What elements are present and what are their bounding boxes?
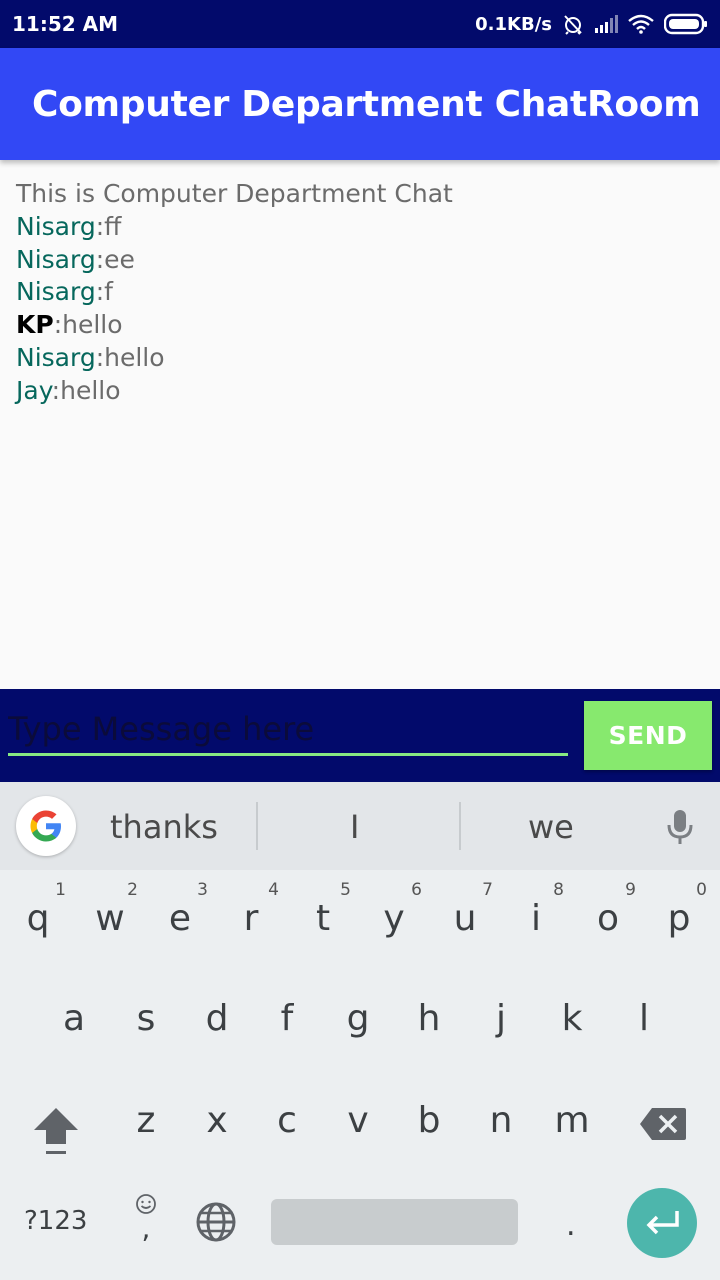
divider	[256, 802, 258, 850]
key-q[interactable]: 1q	[2, 870, 74, 960]
key-m[interactable]: m	[536, 1078, 608, 1168]
key-d[interactable]: d	[181, 976, 253, 1066]
space-key[interactable]	[271, 1199, 518, 1245]
chat-intro: This is Computer Department Chat	[16, 179, 453, 208]
status-bar: 11:52 AM 0.1KB/s	[0, 0, 720, 48]
key-t[interactable]: 5t	[287, 870, 359, 960]
message-text: :ee	[95, 244, 135, 274]
key-h[interactable]: h	[393, 976, 465, 1066]
key-n[interactable]: n	[465, 1078, 537, 1168]
wifi-icon	[628, 14, 654, 34]
key-r[interactable]: 4r	[215, 870, 287, 960]
key-a[interactable]: a	[38, 976, 110, 1066]
message-sender: Nisarg	[16, 342, 96, 372]
network-speed: 0.1KB/s	[475, 13, 552, 35]
key-s[interactable]: s	[110, 976, 182, 1066]
suggestion[interactable]: I	[350, 808, 359, 846]
message-text: :hello	[95, 342, 165, 372]
enter-key[interactable]	[627, 1188, 697, 1258]
message-sender: Jay	[16, 375, 52, 405]
status-icons: 0.1KB/s	[475, 10, 708, 38]
message-text: :hello	[51, 375, 121, 405]
key-c[interactable]: c	[251, 1078, 323, 1168]
key-o[interactable]: 9o	[572, 870, 644, 960]
period-key[interactable]: .	[566, 1208, 576, 1243]
chat-message: KP:hello	[16, 309, 706, 342]
message-sender: KP	[16, 310, 54, 340]
divider	[459, 802, 461, 850]
key-u[interactable]: 7u	[429, 870, 501, 960]
google-icon[interactable]	[16, 796, 76, 856]
key-l[interactable]: l	[608, 976, 680, 1066]
key-x[interactable]: x	[181, 1078, 253, 1168]
key-w[interactable]: 2w	[74, 870, 146, 960]
message-text: :hello	[53, 310, 123, 340]
symbols-key[interactable]: ?123	[24, 1206, 87, 1236]
key-g[interactable]: g	[322, 976, 394, 1066]
message-input[interactable]	[8, 709, 568, 756]
chat-message: Nisarg:ff	[16, 211, 706, 244]
chat-message: Jay:hello	[16, 375, 706, 408]
chat-message: Nisarg:hello	[16, 342, 706, 375]
shift-key[interactable]	[30, 1104, 82, 1161]
enter-icon	[646, 1211, 679, 1235]
chat-message: Nisarg:f	[16, 276, 706, 309]
globe-icon	[196, 1202, 236, 1242]
key-f[interactable]: f	[251, 976, 323, 1066]
language-key[interactable]	[194, 1200, 238, 1249]
battery-icon	[664, 13, 708, 35]
message-sender: Nisarg	[16, 211, 96, 241]
key-j[interactable]: j	[465, 976, 537, 1066]
key-e[interactable]: 3e	[144, 870, 216, 960]
composer-bar: SEND	[0, 689, 720, 782]
backspace-icon	[640, 1108, 686, 1140]
app-bar: Computer Department ChatRoom	[0, 48, 720, 160]
comma-label: ,	[141, 1212, 151, 1245]
alarm-off-icon	[562, 13, 584, 35]
microphone-icon[interactable]	[664, 808, 696, 851]
signal-icon	[594, 14, 618, 34]
chat-message: Nisarg:ee	[16, 244, 706, 277]
status-time: 11:52 AM	[12, 12, 119, 36]
send-button[interactable]: SEND	[584, 701, 712, 770]
message-text: :f	[95, 277, 113, 307]
shift-icon	[34, 1108, 78, 1154]
comma-key[interactable]: ,	[130, 1192, 162, 1248]
key-b[interactable]: b	[393, 1078, 465, 1168]
message-text: :ff	[95, 211, 122, 241]
message-sender: Nisarg	[16, 277, 96, 307]
page-title: Computer Department ChatRoom	[32, 84, 701, 125]
suggestion[interactable]: thanks	[110, 808, 218, 846]
backspace-key[interactable]	[638, 1106, 688, 1147]
key-y[interactable]: 6y	[358, 870, 430, 960]
key-i[interactable]: 8i	[500, 870, 572, 960]
chat-log: This is Computer Department Chat Nisarg:…	[16, 178, 706, 408]
key-k[interactable]: k	[536, 976, 608, 1066]
suggestion-strip: thanks I we	[0, 782, 720, 870]
message-sender: Nisarg	[16, 244, 96, 274]
key-z[interactable]: z	[110, 1078, 182, 1168]
key-v[interactable]: v	[322, 1078, 394, 1168]
key-p[interactable]: 0p	[643, 870, 715, 960]
suggestion[interactable]: we	[528, 808, 574, 846]
